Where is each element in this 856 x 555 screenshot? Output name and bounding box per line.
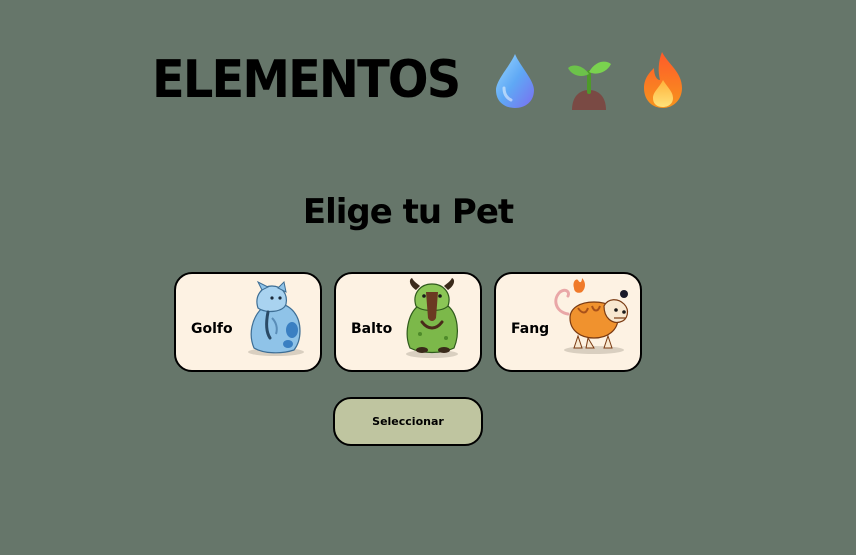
- water-drop-icon: [496, 54, 535, 108]
- balto-pet-image: [406, 278, 458, 358]
- pet-name-fang: Fang: [511, 321, 550, 337]
- fang-pet-image: [554, 278, 629, 354]
- pet-name-golfo: Golfo: [191, 321, 233, 337]
- pet-card-list: Golfo Balto Fang: [174, 272, 642, 372]
- golfo-pet-image: [248, 280, 304, 356]
- header: ELEMENTOS: [152, 48, 686, 112]
- page-title: ELEMENTOS: [152, 50, 461, 110]
- select-pet-button[interactable]: Seleccionar: [333, 397, 483, 446]
- pet-card-golfo[interactable]: Golfo: [174, 272, 322, 372]
- pet-name-balto: Balto: [351, 321, 393, 337]
- pet-card-fang[interactable]: Fang: [494, 272, 642, 372]
- pet-card-balto[interactable]: Balto: [334, 272, 482, 372]
- seedling-icon: [568, 61, 612, 110]
- pet-selection-heading: Elige tu Pet: [302, 192, 514, 232]
- fire-icon: [644, 52, 683, 108]
